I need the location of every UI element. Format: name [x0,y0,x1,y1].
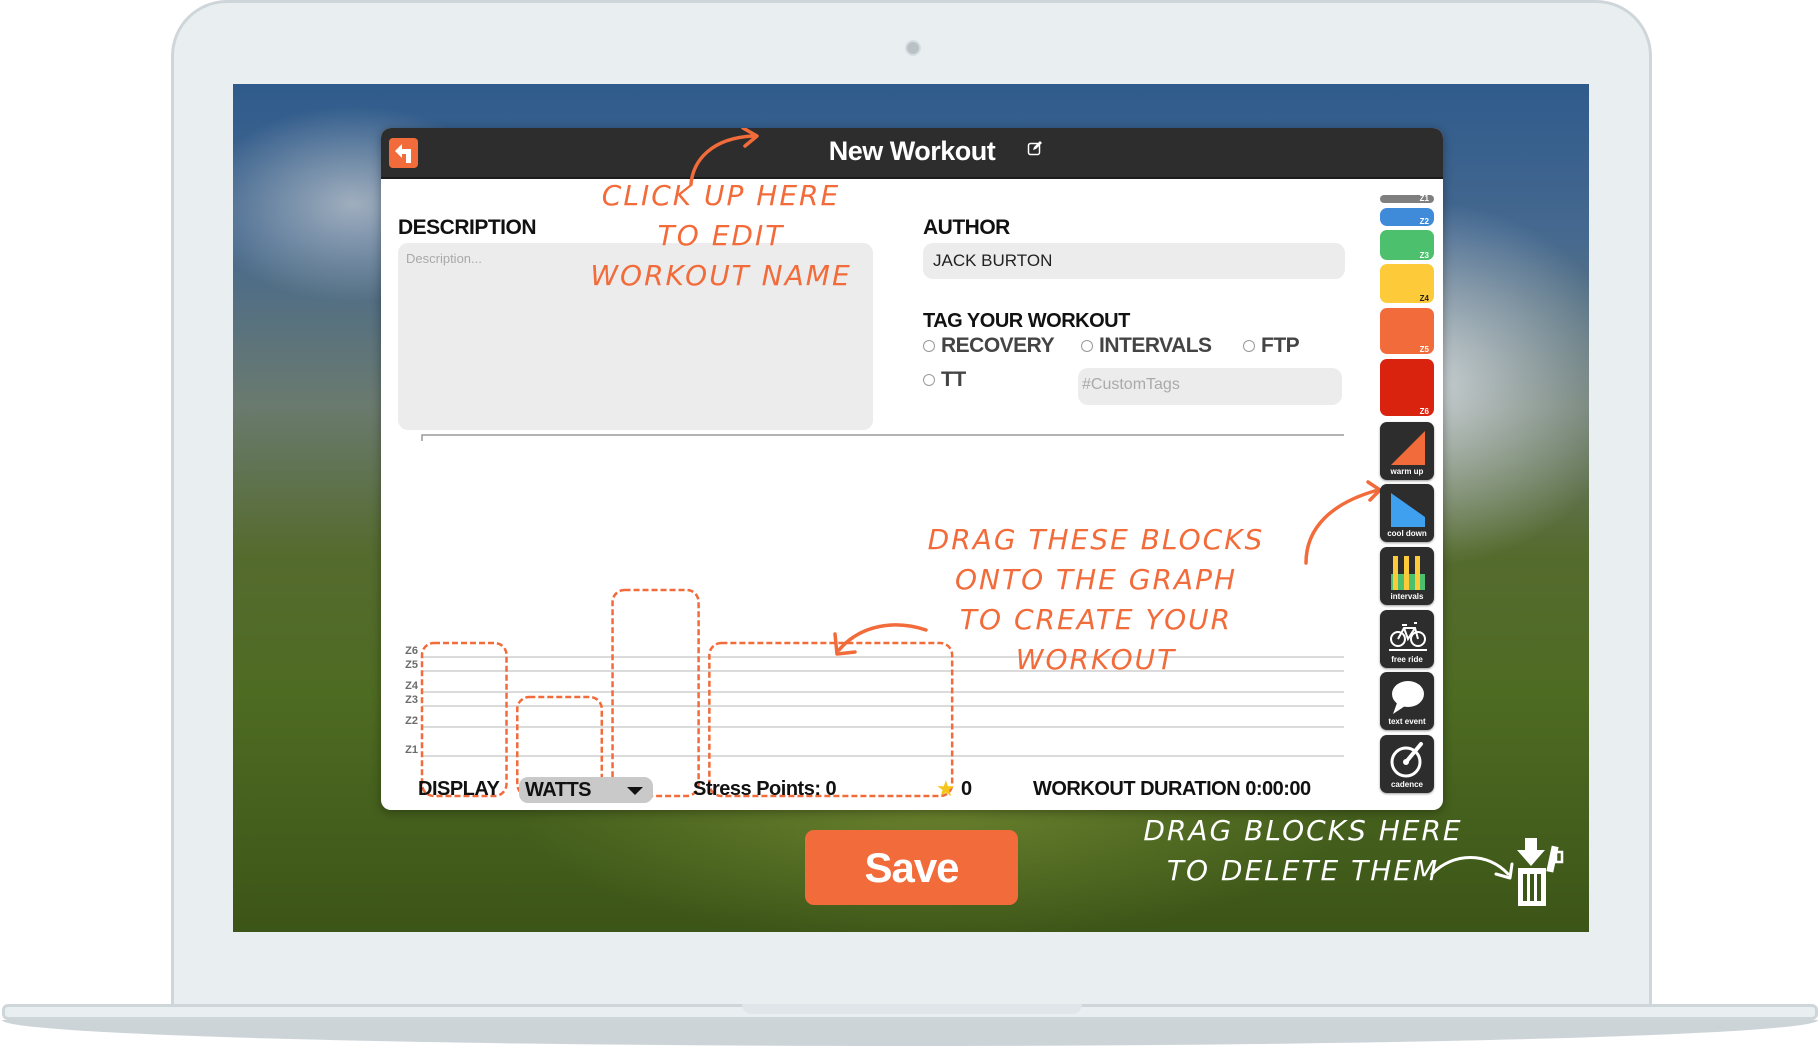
warm-up-icon [1391,431,1425,465]
zone-block-z1[interactable]: Z1 [1380,194,1434,203]
hint-line: DRAG THESE BLOCKS [927,523,1265,556]
zone-block-z5[interactable]: Z5 [1380,308,1434,354]
zone-block-z3[interactable]: Z3 [1380,230,1434,260]
hint-drag-blocks: DRAG THESE BLOCKS ONTO THE GRAPH TO CREA… [921,520,1271,680]
author-input[interactable]: JACK BURTON [923,243,1345,279]
description-placeholder: Description... [406,251,482,266]
radio-circle[interactable] [923,340,935,352]
display-label: DISPLAY [418,778,500,800]
radio-circle[interactable] [923,374,935,386]
hint-line: TO CREATE YOUR WORKOUT [959,603,1233,676]
intervals-icon [1391,556,1425,590]
zone-block-label: Z2 [1419,217,1429,226]
author-label: AUTHOR [923,216,1010,239]
zone-label: Z1 [405,744,418,756]
tag-radio-intervals[interactable]: INTERVALS [1081,334,1212,358]
zone-label: Z4 [405,680,419,692]
zone-block-z4[interactable]: Z4 [1380,264,1434,303]
zone-block-label: Z1 [1419,194,1429,203]
tag-workout-label: TAG YOUR WORKOUT [923,310,1130,332]
tool-block-label: intervals [1390,592,1424,601]
zone-block-label: Z5 [1419,345,1429,354]
tool-block-label: cool down [1387,529,1427,538]
dialog-header: New Workout [381,128,1443,179]
tool-block-label: warm up [1390,467,1424,476]
tool-block-warm-up[interactable]: warm up [1380,422,1434,480]
hint-line: ONTO THE GRAPH [954,563,1238,596]
zone-block-z6[interactable]: Z6 [1380,359,1434,416]
save-button[interactable]: Save [805,830,1018,905]
zone-block-label: Z4 [1419,294,1429,303]
zone-label: Z2 [405,715,418,727]
placeholder-block [420,641,508,798]
radio-circle[interactable] [1243,340,1255,352]
zone-block-label: Z3 [1419,251,1429,260]
hint-arrow-up-icon [689,128,759,186]
hint-arrow-to-trash-icon [1430,856,1514,880]
author-value: JACK BURTON [933,251,1053,270]
trash-icon[interactable] [1515,836,1567,908]
tag-radio-recovery[interactable]: RECOVERY [923,334,1055,358]
chevron-down-icon [627,787,643,795]
zone-block-z2[interactable]: Z2 [1380,208,1434,226]
tag-label-ftp: FTP [1261,334,1300,357]
speech-bubble-icon [1392,681,1424,714]
hint-arrow-to-palette-icon [1304,480,1382,565]
screen: New Workout DESCRIPTION Description... A… [233,84,1589,932]
hint-line: TO EDIT [657,219,785,252]
workout-name-title[interactable]: New Workout [381,136,1443,167]
stress-points: Stress Points: 0 [693,778,837,800]
placeholder-block [611,588,700,798]
tool-block-free-ride[interactable]: free ride [1380,610,1434,668]
star-count: 0 [961,778,972,800]
cadence-icon [1390,742,1423,778]
bicycle-icon [1389,622,1427,651]
tag-radio-tt[interactable]: TT [923,368,966,392]
workout-duration: WORKOUT DURATION 0:00:00 [1033,778,1311,800]
tool-block-intervals[interactable]: intervals [1380,547,1434,605]
tool-block-label: free ride [1391,655,1423,664]
tag-label-tt: TT [941,368,966,391]
custom-tags-input[interactable]: #CustomTags [1078,368,1342,405]
edit-icon[interactable] [1027,140,1043,156]
tool-block-label: text event [1388,717,1426,726]
zone-label: Z5 [405,659,418,671]
hint-edit-workout-name: CLICK UP HERE TO EDIT WORKOUT NAME [556,176,886,296]
display-unit-select[interactable]: WATTS [519,777,653,803]
cool-down-icon [1391,493,1425,527]
graph-top-border [421,434,1344,441]
zone-label: Z6 [405,645,418,657]
tag-label-recovery: RECOVERY [941,334,1055,357]
laptop-base [2,1004,1818,1046]
hint-arrow-to-graph-icon [833,623,928,656]
tool-block-cool-down[interactable]: cool down [1380,484,1434,542]
zone-block-label: Z6 [1419,407,1429,416]
tool-block-cadence[interactable]: cadence [1380,735,1434,793]
camera-dot [905,40,921,56]
zone-label: Z3 [405,694,418,706]
display-unit-value: WATTS [525,779,592,801]
description-label: DESCRIPTION [398,216,537,239]
hint-line: WORKOUT NAME [590,259,852,292]
tool-block-text-event[interactable]: text event [1380,672,1434,730]
custom-tags-placeholder: #CustomTags [1082,376,1180,393]
workout-editor-dialog: New Workout DESCRIPTION Description... A… [381,128,1443,810]
tool-block-label: cadence [1390,780,1424,789]
tag-radio-ftp[interactable]: FTP [1243,334,1300,358]
star-icon: ★ [936,776,956,801]
tag-label-intervals: INTERVALS [1099,334,1212,357]
radio-circle[interactable] [1081,340,1093,352]
